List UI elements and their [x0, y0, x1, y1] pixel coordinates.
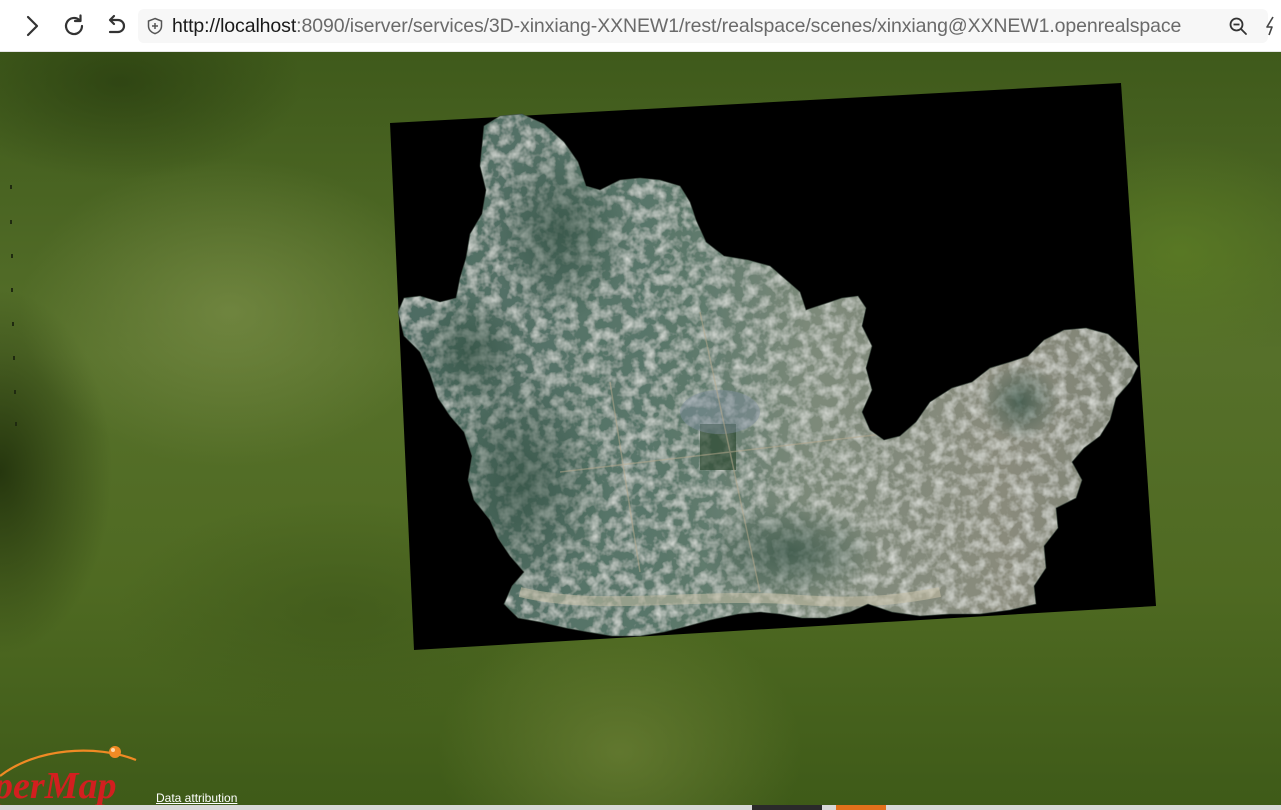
- undo-button[interactable]: [100, 10, 132, 42]
- logo-text: perMap: [0, 765, 116, 807]
- reload-icon: [64, 14, 84, 36]
- forward-button[interactable]: [16, 10, 48, 42]
- edge-markers: [10, 185, 17, 426]
- taskbar-item[interactable]: [836, 805, 886, 810]
- scene-canvas[interactable]: [0, 52, 1281, 810]
- url-text[interactable]: http://localhost:8090/iserver/services/3…: [172, 9, 1181, 43]
- chevron-right-icon: [26, 15, 39, 37]
- reload-button[interactable]: [58, 10, 90, 42]
- address-bar[interactable]: http://localhost:8090/iserver/services/3…: [138, 9, 1274, 43]
- scene-viewport[interactable]: perMap Data attribution: [0, 52, 1281, 810]
- taskbar-item[interactable]: [752, 805, 822, 810]
- lightning-icon[interactable]: [1264, 15, 1278, 37]
- url-host: http://localhost: [172, 15, 297, 37]
- shield-plus-icon[interactable]: [146, 17, 164, 35]
- browser-toolbar: http://localhost:8090/iserver/services/3…: [0, 0, 1281, 52]
- taskbar-strip: [0, 805, 1281, 810]
- data-attribution-link[interactable]: Data attribution: [156, 791, 237, 805]
- supermap-logo: perMap: [0, 746, 137, 807]
- zoom-out-icon[interactable]: [1228, 16, 1248, 36]
- undo-icon: [108, 14, 126, 34]
- url-path: :8090/iserver/services/3D-xinxiang-XXNEW…: [296, 15, 1182, 37]
